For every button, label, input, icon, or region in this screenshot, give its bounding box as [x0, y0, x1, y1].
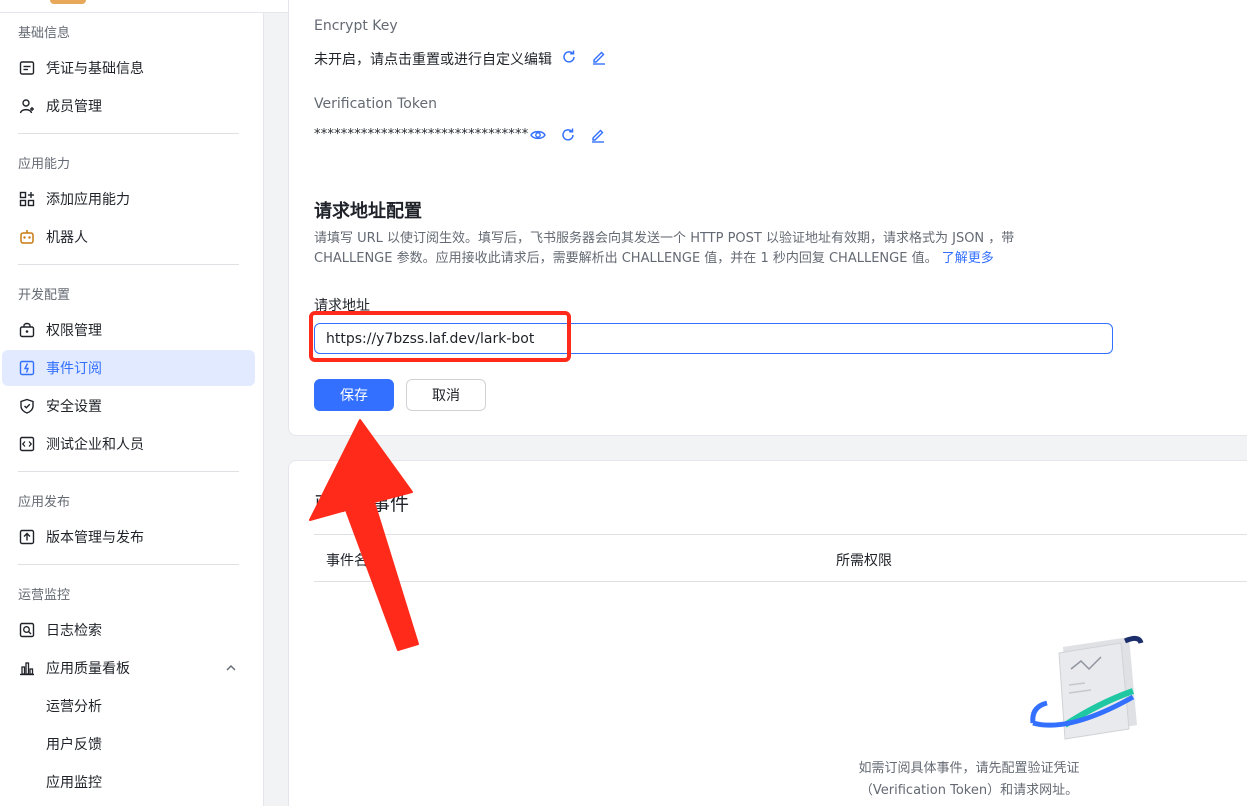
sidebar-item-label: 测试企业和人员 — [46, 437, 144, 453]
sidebar-subitem-feedback[interactable]: 用户反馈 — [2, 726, 255, 762]
sidebar: 基础信息 凭证与基础信息 成员管理 应用能力 添加应用能力 机器人 开发配置 权… — [0, 13, 264, 806]
encrypt-key-label: Encrypt Key — [314, 18, 398, 34]
description-text: CHALLENGE 参数。应用接收此请求后，需要解析出 CHALLENGE 值，… — [314, 251, 938, 266]
edit-icon[interactable] — [591, 49, 607, 65]
shield-icon — [18, 397, 36, 415]
sidebar-subitem-monitoring[interactable]: 应用监控 — [2, 764, 255, 800]
robot-icon — [18, 228, 36, 246]
request-url-description: 请填写 URL 以使订阅生效。填写后，飞书服务器会向其发送一个 HTTP POS… — [314, 229, 1074, 269]
request-url-section-title: 请求地址配置 — [314, 201, 422, 222]
encrypt-key-value: 未开启，请点击重置或进行自定义编辑 — [314, 52, 552, 68]
section-title-dev: 开发配置 — [18, 288, 71, 303]
sidebar-item-add-capability[interactable]: 添加应用能力 — [2, 181, 255, 217]
add-capability-icon — [18, 190, 36, 208]
sidebar-item-label: 机器人 — [46, 230, 88, 246]
sidebar-subitem-label: 用户反馈 — [46, 737, 102, 753]
sidebar-item-label: 成员管理 — [46, 99, 102, 115]
divider — [18, 264, 239, 265]
upload-icon — [18, 528, 36, 546]
sidebar-item-label: 日志检索 — [46, 623, 102, 639]
sidebar-item-robot[interactable]: 机器人 — [2, 219, 255, 255]
verification-token-label: Verification Token — [314, 96, 437, 112]
learn-more-link[interactable]: 了解更多 — [942, 251, 994, 266]
sidebar-item-security[interactable]: 安全设置 — [2, 388, 255, 424]
added-events-card: 已添加事件 事件名称 所需权限 如需订阅具体事件，请先配置验证凭证 （Verif… — [288, 460, 1247, 806]
divider — [18, 564, 239, 565]
section-title-capability: 应用能力 — [18, 157, 71, 172]
request-url-label: 请求地址 — [314, 298, 370, 314]
member-icon — [18, 97, 36, 115]
sidebar-item-credentials[interactable]: 凭证与基础信息 — [2, 50, 255, 86]
divider — [18, 133, 239, 134]
sidebar-subitem-analysis[interactable]: 运营分析 — [2, 688, 255, 724]
divider — [18, 471, 239, 472]
reset-icon[interactable] — [561, 49, 577, 65]
permission-icon — [18, 321, 36, 339]
sidebar-item-label: 事件订阅 — [46, 361, 102, 377]
sidebar-item-log-search[interactable]: 日志检索 — [2, 612, 255, 648]
sidebar-item-label: 安全设置 — [46, 399, 102, 415]
empty-hint-line-1: 如需订阅具体事件，请先配置验证凭证 — [858, 761, 1080, 776]
sidebar-item-label: 版本管理与发布 — [46, 530, 144, 546]
code-icon — [18, 435, 36, 453]
sidebar-item-permissions[interactable]: 权限管理 — [2, 312, 255, 348]
empty-hint-line-2: （Verification Token）和请求网址。 — [859, 783, 1079, 798]
sidebar-item-label: 添加应用能力 — [46, 192, 130, 208]
chart-icon — [18, 659, 36, 677]
cancel-button[interactable]: 取消 — [406, 379, 486, 411]
eye-icon[interactable] — [530, 127, 546, 143]
sidebar-item-label: 权限管理 — [46, 323, 102, 339]
section-title-monitor: 运营监控 — [18, 588, 71, 603]
sidebar-item-event-subscription[interactable]: 事件订阅 — [2, 350, 255, 386]
sidebar-item-version[interactable]: 版本管理与发布 — [2, 519, 255, 555]
event-config-card: Encrypt Key 未开启，请点击重置或进行自定义编辑 Verificati… — [288, 0, 1247, 436]
sidebar-item-label: 应用质量看板 — [46, 661, 130, 677]
verification-token-value: ******************************** — [314, 127, 529, 142]
request-url-input[interactable] — [314, 323, 1113, 354]
save-button[interactable]: 保存 — [314, 379, 394, 411]
empty-illustration — [1029, 633, 1149, 743]
column-header-permission: 所需权限 — [836, 553, 892, 569]
sidebar-item-test-users[interactable]: 测试企业和人员 — [2, 426, 255, 462]
event-icon — [18, 359, 36, 377]
section-title-basic: 基础信息 — [18, 26, 71, 41]
description-line: 请填写 URL 以使订阅生效。填写后，飞书服务器会向其发送一个 HTTP POS… — [314, 231, 1015, 246]
sidebar-item-label: 凭证与基础信息 — [46, 61, 144, 77]
added-events-title: 已添加事件 — [314, 493, 410, 515]
app-logo — [50, 0, 86, 4]
sidebar-subitem-label: 运营分析 — [46, 699, 102, 715]
events-table-header: 事件名称 所需权限 — [314, 534, 1247, 582]
section-title-release: 应用发布 — [18, 495, 71, 510]
sidebar-item-members[interactable]: 成员管理 — [2, 88, 255, 124]
chevron-up-icon[interactable] — [225, 662, 237, 678]
edit-icon[interactable] — [590, 127, 606, 143]
reset-icon[interactable] — [560, 127, 576, 143]
sidebar-item-quality-board[interactable]: 应用质量看板 — [2, 650, 255, 686]
column-header-event-name: 事件名称 — [326, 553, 382, 569]
description-line-2: CHALLENGE 参数。应用接收此请求后，需要解析出 CHALLENGE 值，… — [314, 249, 1074, 269]
sidebar-subitem-label: 应用监控 — [46, 775, 102, 791]
log-search-icon — [18, 621, 36, 639]
credential-icon — [18, 59, 36, 77]
